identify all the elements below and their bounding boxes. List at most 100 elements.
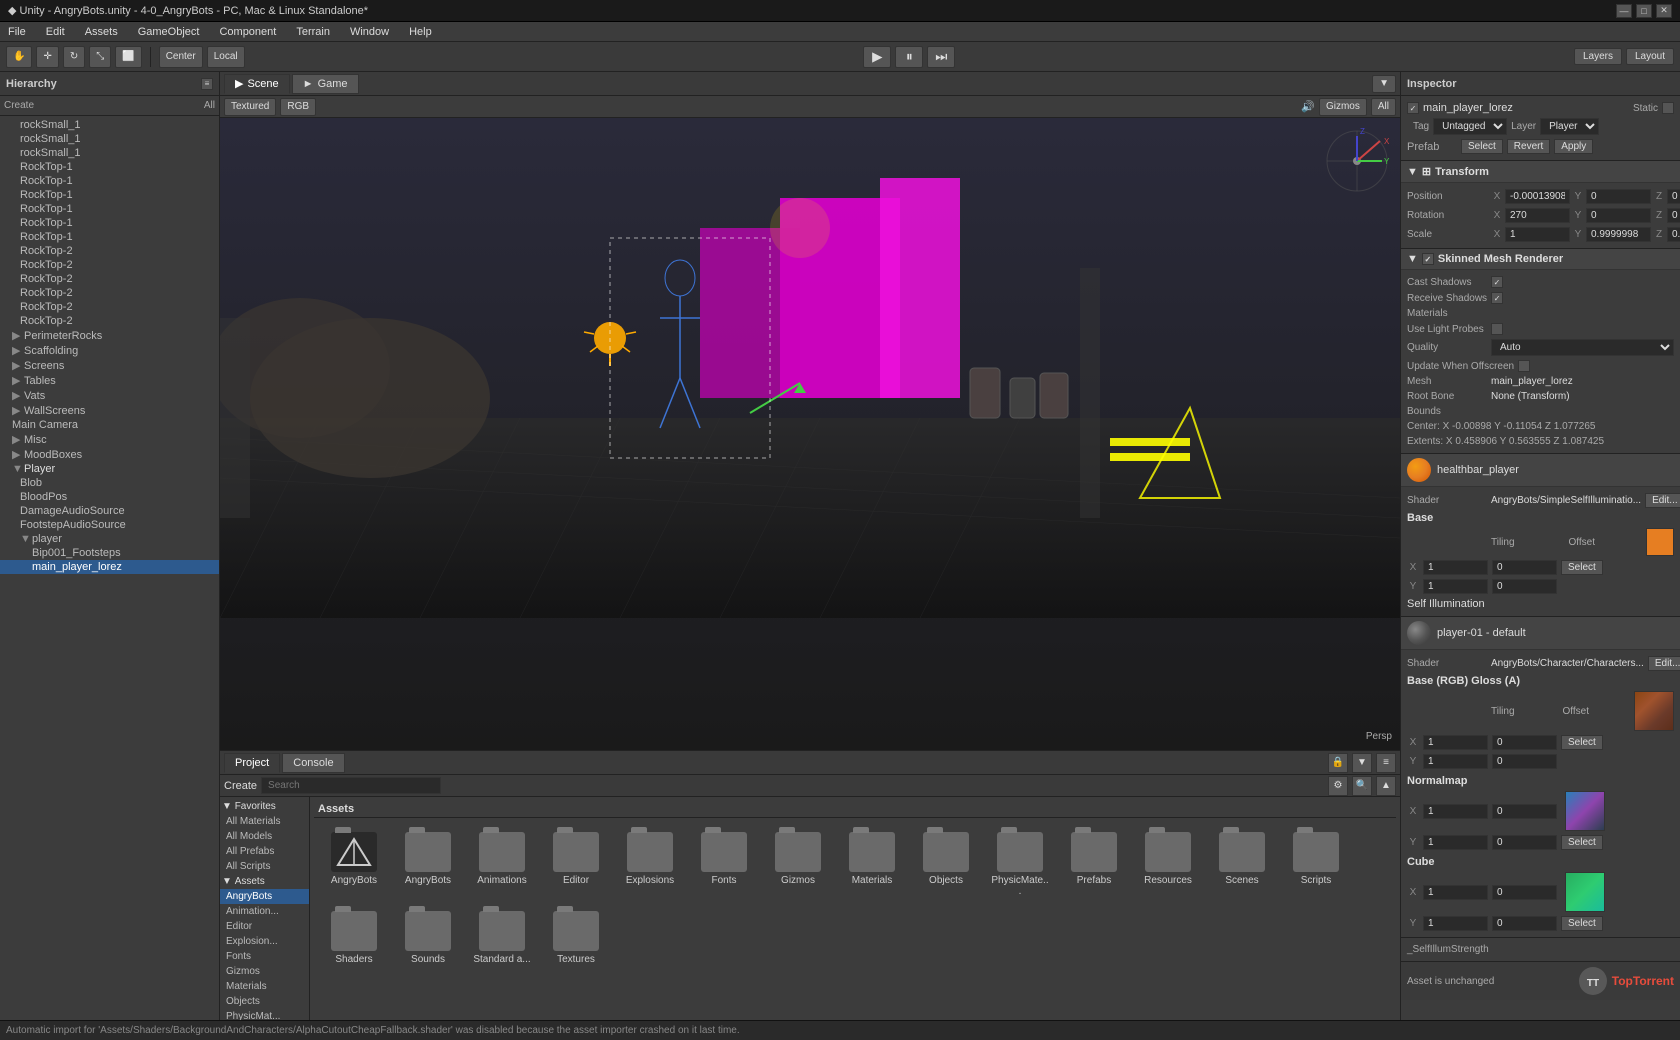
- menu-help[interactable]: Help: [405, 24, 436, 40]
- cube-tiling-y[interactable]: [1423, 916, 1488, 931]
- h-item[interactable]: RockTop-1: [0, 230, 219, 244]
- scene-tab[interactable]: ▶ Scene: [224, 74, 290, 94]
- light-probes-checkbox[interactable]: [1491, 323, 1503, 335]
- h-item[interactable]: rockSmall_1: [0, 146, 219, 160]
- menu-assets[interactable]: Assets: [81, 24, 122, 40]
- proj-physicmat[interactable]: PhysicMat...: [220, 1009, 309, 1020]
- skinned-mesh-header[interactable]: ▼ ✓ Skinned Mesh Renderer: [1401, 249, 1680, 270]
- nm-offset-y[interactable]: [1492, 835, 1557, 850]
- h-item[interactable]: RockTop-1: [0, 188, 219, 202]
- char-offset-x[interactable]: [1492, 735, 1557, 750]
- hb-offset-y[interactable]: [1492, 579, 1557, 594]
- menu-edit[interactable]: Edit: [42, 24, 69, 40]
- nm-tiling-x[interactable]: [1423, 804, 1488, 819]
- active-checkbox[interactable]: ✓: [1407, 102, 1419, 114]
- proj-all-materials[interactable]: All Materials: [220, 814, 309, 829]
- static-checkbox[interactable]: [1662, 102, 1674, 114]
- character-mat-header[interactable]: player-01 - default: [1401, 617, 1680, 650]
- proj-gizmos[interactable]: Gizmos: [220, 964, 309, 979]
- menu-component[interactable]: Component: [215, 24, 280, 40]
- hb-offset-x[interactable]: [1492, 560, 1557, 575]
- lock-icon[interactable]: 🔒: [1328, 753, 1348, 773]
- cube-offset-x[interactable]: [1492, 885, 1557, 900]
- h-item[interactable]: ▶MoodBoxes: [0, 447, 219, 462]
- char-select-btn[interactable]: Select: [1561, 735, 1603, 750]
- proj-objects[interactable]: Objects: [220, 994, 309, 1009]
- h-item[interactable]: RockTop-2: [0, 314, 219, 328]
- pos-z-field[interactable]: [1667, 189, 1680, 204]
- color-swatch[interactable]: [1646, 528, 1674, 556]
- cube-tiling-x[interactable]: [1423, 885, 1488, 900]
- folder-prefabs[interactable]: Prefabs: [1060, 828, 1128, 901]
- play-button[interactable]: ▶: [863, 46, 891, 68]
- folder-materials[interactable]: Materials: [838, 828, 906, 901]
- pos-y-field[interactable]: [1586, 189, 1651, 204]
- folder-gizmos[interactable]: Gizmos: [764, 828, 832, 901]
- apply-btn[interactable]: Apply: [1554, 139, 1593, 154]
- hb-tiling-y[interactable]: [1423, 579, 1488, 594]
- char-edit-btn[interactable]: Edit...: [1648, 656, 1680, 671]
- cast-shadows-checkbox[interactable]: ✓: [1491, 276, 1503, 288]
- close-button[interactable]: ✕: [1656, 4, 1672, 18]
- close-panel-btn[interactable]: ▼: [1372, 75, 1396, 93]
- camera-gizmo[interactable]: X Y Z: [1322, 126, 1392, 196]
- h-item[interactable]: ▶WallScreens: [0, 403, 219, 418]
- folder-explosions[interactable]: Explosions: [616, 828, 684, 901]
- nm-offset-x[interactable]: [1492, 804, 1557, 819]
- folder-animations[interactable]: Animations: [468, 828, 536, 901]
- cube-select-btn[interactable]: Select: [1561, 916, 1603, 931]
- layout-dropdown[interactable]: Layout: [1626, 48, 1674, 65]
- char-tiling-x[interactable]: [1423, 735, 1488, 750]
- proj-animations[interactable]: Animation...: [220, 904, 309, 919]
- h-item[interactable]: RockTop-2: [0, 258, 219, 272]
- menu-gameobject[interactable]: GameObject: [134, 24, 204, 40]
- cube-offset-y[interactable]: [1492, 916, 1557, 931]
- h-item[interactable]: FootstepAudioSource: [0, 518, 219, 532]
- hb-tiling-x[interactable]: [1423, 560, 1488, 575]
- proj-all-prefabs[interactable]: All Prefabs: [220, 844, 309, 859]
- h-item[interactable]: Main Camera: [0, 418, 219, 432]
- pivot-local-button[interactable]: Local: [207, 46, 245, 68]
- tool-rotate[interactable]: ↻: [63, 46, 85, 68]
- proj-materials[interactable]: Materials: [220, 979, 309, 994]
- h-item[interactable]: ▶Scaffolding: [0, 343, 219, 358]
- folder-objects[interactable]: Objects: [912, 828, 980, 901]
- maximize-button[interactable]: □: [1636, 4, 1652, 18]
- healthbar-header[interactable]: healthbar_player: [1401, 454, 1680, 487]
- h-item[interactable]: ▶Tables: [0, 373, 219, 388]
- proj-all-scripts[interactable]: All Scripts: [220, 859, 309, 874]
- proj-angrybots[interactable]: AngryBots: [220, 889, 309, 904]
- nm-tiling-y[interactable]: [1423, 835, 1488, 850]
- hb-select-btn[interactable]: Select: [1561, 560, 1603, 575]
- h-item[interactable]: rockSmall_1: [0, 132, 219, 146]
- quality-dropdown[interactable]: Auto: [1491, 339, 1674, 356]
- favorites-group[interactable]: ▼ Favorites: [220, 799, 309, 814]
- nm-select-btn[interactable]: Select: [1561, 835, 1603, 850]
- h-item[interactable]: RockTop-1: [0, 160, 219, 174]
- menu-terrain[interactable]: Terrain: [292, 24, 334, 40]
- layer-dropdown[interactable]: Player: [1540, 118, 1599, 135]
- h-item-main-player-lorez[interactable]: main_player_lorez: [0, 560, 219, 574]
- project-tab[interactable]: Project: [224, 753, 280, 773]
- gizmos-btn[interactable]: Gizmos: [1319, 98, 1367, 116]
- all-btn[interactable]: All: [1371, 98, 1396, 116]
- update-offscreen-checkbox[interactable]: [1518, 360, 1530, 372]
- transform-header[interactable]: ▼ ⊞ Transform: [1401, 161, 1680, 183]
- tool-move[interactable]: ✛: [36, 46, 58, 68]
- scene-viewport[interactable]: X Y Z Persp: [220, 118, 1400, 750]
- char-tiling-y[interactable]: [1423, 754, 1488, 769]
- minimize-button[interactable]: —: [1616, 4, 1632, 18]
- tool-hand[interactable]: ✋: [6, 46, 32, 68]
- console-tab[interactable]: Console: [282, 753, 344, 773]
- h-item[interactable]: RockTop-1: [0, 202, 219, 216]
- game-tab[interactable]: ► Game: [292, 74, 359, 94]
- edit-btn[interactable]: Edit...: [1645, 493, 1680, 508]
- pos-x-field[interactable]: [1505, 189, 1570, 204]
- rot-z-field[interactable]: [1667, 208, 1680, 223]
- create-btn[interactable]: Create: [224, 780, 257, 792]
- tag-dropdown[interactable]: Untagged: [1433, 118, 1507, 135]
- proj-editor[interactable]: Editor: [220, 919, 309, 934]
- scale-x-field[interactable]: [1505, 227, 1570, 242]
- textured-btn[interactable]: Textured: [224, 98, 276, 116]
- h-item[interactable]: Bip001_Footsteps: [0, 546, 219, 560]
